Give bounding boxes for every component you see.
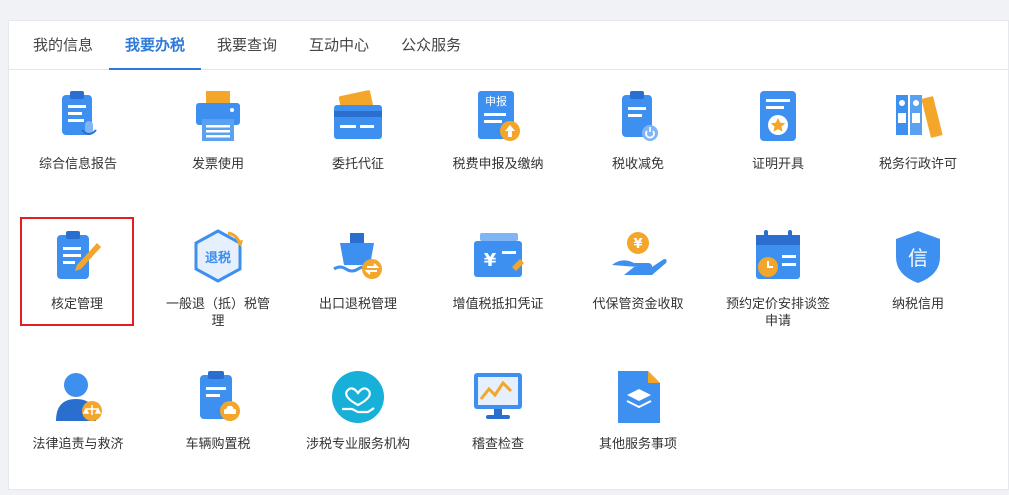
service-item-general-refund[interactable]: 退税 一般退（抵）税管理 <box>158 227 278 330</box>
service-item-declare-pay[interactable]: 申报 税费申报及缴纳 <box>438 87 558 173</box>
svg-text:¥: ¥ <box>633 237 642 252</box>
service-label: 税收减免 <box>611 157 664 172</box>
ship-refund-icon <box>333 233 382 279</box>
clipboard-power-icon <box>622 91 658 141</box>
service-item-inspection[interactable]: 稽查检查 <box>438 367 558 453</box>
service-item-other-services[interactable]: 其他服务事项 <box>578 367 698 453</box>
clipboard-mic-icon <box>62 91 97 135</box>
calendar-clock-icon <box>756 230 800 279</box>
service-item-tax-agencies[interactable]: 涉税专业服务机构 <box>298 367 418 453</box>
service-label: 发票使用 <box>191 157 244 172</box>
service-item-administrative-license[interactable]: 税务行政许可 <box>858 87 978 173</box>
certificate-star-icon <box>760 91 796 141</box>
svg-text:¥: ¥ <box>484 250 497 271</box>
service-item-advance-pricing[interactable]: 预约定价安排谈签申请 <box>718 227 838 330</box>
service-item-invoice-use[interactable]: 发票使用 <box>158 87 278 173</box>
yuan-voucher-icon: ¥ <box>474 233 524 277</box>
tab-public-service[interactable]: 公众服务 <box>385 21 477 69</box>
service-label: 出口退税管理 <box>318 297 397 312</box>
declare-upload-icon: 申报 <box>478 91 520 141</box>
judge-scale-icon <box>56 373 102 421</box>
service-item-certificate[interactable]: 证明开具 <box>718 87 838 173</box>
clipboard-car-icon <box>200 371 240 421</box>
card-stack-icon <box>334 90 382 139</box>
svg-text:退税: 退税 <box>205 250 231 266</box>
hand-coin-icon: ¥ <box>612 232 667 275</box>
service-label: 增值税抵扣凭证 <box>452 297 544 312</box>
svg-text:信: 信 <box>908 246 928 270</box>
document-layers-icon <box>618 371 660 423</box>
service-item-tax-relief[interactable]: 税收减免 <box>578 87 698 173</box>
credit-shield-icon: 信 <box>896 231 940 283</box>
service-label: 代保管资金收取 <box>592 297 684 312</box>
heart-hand-icon <box>332 371 384 423</box>
service-item-export-refund[interactable]: 出口退税管理 <box>298 227 418 313</box>
tab-my-info[interactable]: 我的信息 <box>17 21 109 69</box>
service-item-tax-credit[interactable]: 信 纳税信用 <box>858 227 978 313</box>
service-label: 车辆购置税 <box>185 437 251 452</box>
service-label: 税费申报及缴纳 <box>452 157 544 172</box>
tab-query[interactable]: 我要查询 <box>201 21 293 69</box>
service-item-entrusted-collection[interactable]: 委托代征 <box>298 87 418 173</box>
service-label: 核定管理 <box>50 297 103 312</box>
service-label: 稽查检查 <box>471 437 524 452</box>
service-item-custody-funds[interactable]: ¥ 代保管资金收取 <box>578 227 698 313</box>
tab-handle-tax[interactable]: 我要办税 <box>109 21 202 70</box>
refund-tax-icon: 退税 <box>194 229 243 283</box>
service-label: 委托代征 <box>331 157 384 172</box>
service-item-legal-remedy[interactable]: 法律追责与救济 <box>18 367 138 453</box>
clipboard-pencil-icon <box>57 231 101 279</box>
service-label: 预约定价安排谈签申请 <box>725 297 830 329</box>
service-label: 法律追责与救济 <box>32 437 124 452</box>
service-label: 证明开具 <box>751 157 804 172</box>
service-label: 税务行政许可 <box>878 157 957 172</box>
monitor-chart-icon <box>474 373 522 419</box>
service-label: 综合信息报告 <box>38 157 117 172</box>
service-label: 一般退（抵）税管理 <box>165 297 270 329</box>
service-item-vat-voucher[interactable]: ¥ 增值税抵扣凭证 <box>438 227 558 313</box>
svg-text:申报: 申报 <box>485 94 507 108</box>
service-item-vehicle-purchase-tax[interactable]: 车辆购置税 <box>158 367 278 453</box>
tab-bar: 我的信息 我要办税 我要查询 互动中心 公众服务 <box>9 21 1008 70</box>
tab-interaction-center[interactable]: 互动中心 <box>293 21 385 69</box>
service-label: 涉税专业服务机构 <box>305 437 410 452</box>
service-label: 纳税信用 <box>891 297 944 312</box>
service-item-comprehensive-report[interactable]: 综合信息报告 <box>18 87 138 173</box>
printer-icon <box>196 91 240 141</box>
service-label: 其他服务事项 <box>598 437 677 452</box>
service-item-assessment-management[interactable]: 核定管理 <box>20 217 134 326</box>
binders-icon <box>896 95 943 138</box>
